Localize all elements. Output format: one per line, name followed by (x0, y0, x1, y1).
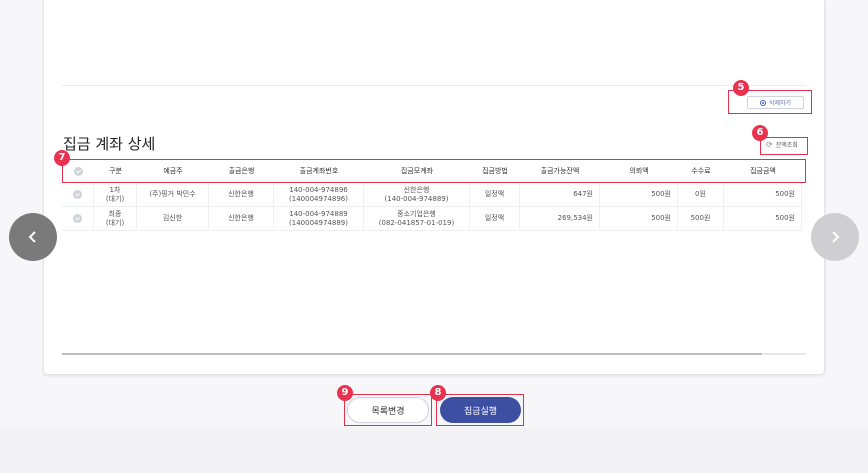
cell-method: 일정액 (470, 207, 520, 230)
type-status: (대기) (105, 194, 125, 203)
refresh-label: 잔액조회 (775, 142, 798, 149)
cell-holder: 김신한 (137, 207, 209, 230)
cell-type: 최종 (대기) (94, 207, 137, 230)
mother-bank: 신한은행 (403, 185, 430, 194)
horizontal-scrollbar-thumb[interactable] (62, 353, 762, 355)
account-number: 140-004-974896 (289, 185, 348, 194)
type-label: 1차 (109, 185, 121, 194)
mother-account-number: (082-041857-01-019) (378, 218, 455, 227)
badge-5: 5 (733, 80, 749, 96)
chevron-right-icon (832, 231, 840, 243)
row-check-icon[interactable] (73, 190, 82, 199)
type-status: (대기) (105, 218, 125, 227)
delete-button-label: 삭제하기 (768, 100, 792, 107)
radio-icon (759, 99, 766, 106)
table-row[interactable]: 최종 (대기) 김신한 신한은행 140-004-974889 (1400049… (62, 207, 802, 231)
badge-8: 8 (430, 385, 446, 401)
account-number-raw: (140004974896) (289, 194, 348, 203)
cell-request: 500원 (600, 183, 678, 206)
cell-mother-account: 신한은행 (140-004-974889) (364, 183, 470, 206)
account-number: 140-004-974889 (289, 209, 348, 218)
divider (62, 85, 806, 86)
highlight-box-7 (62, 159, 806, 183)
cell-bank: 신한은행 (209, 207, 274, 230)
badge-9: 9 (337, 385, 353, 401)
cell-fee: 0원 (678, 183, 724, 206)
prev-button[interactable] (9, 213, 57, 261)
refresh-icon: ⟳ (766, 140, 773, 149)
mother-bank: 중소기업은행 (397, 209, 436, 218)
row-checkbox-cell[interactable] (62, 183, 94, 206)
cell-mother-account: 중소기업은행 (082-041857-01-019) (364, 207, 470, 230)
cell-account: 140-004-974889 (140004974889) (274, 207, 364, 230)
row-check-icon[interactable] (73, 214, 82, 223)
mother-account-number: (140-004-974889) (384, 194, 449, 203)
type-label: 최종 (108, 209, 122, 218)
list-change-button[interactable]: 목록변경 (347, 397, 429, 423)
cell-available: 647원 (520, 183, 600, 206)
page-stage: 5 삭제하기 집금 계좌 상세 6 ⟳ 잔액조회 구분 예금주 출금은행 출금계… (0, 0, 868, 428)
badge-6: 6 (752, 125, 768, 141)
row-checkbox-cell[interactable] (62, 207, 94, 230)
next-button[interactable] (811, 213, 859, 261)
account-number-raw: (140004974889) (289, 218, 348, 227)
execute-collection-button[interactable]: 집금실행 (440, 397, 521, 423)
cell-account: 140-004-974896 (140004974896) (274, 183, 364, 206)
cell-amount: 500원 (724, 183, 802, 206)
cell-bank: 신한은행 (209, 183, 274, 206)
cell-request: 500원 (600, 207, 678, 230)
section-title: 집금 계좌 상세 (63, 135, 156, 153)
cell-available: 269,534원 (520, 207, 600, 230)
badge-7: 7 (54, 150, 70, 166)
cell-amount: 500원 (724, 207, 802, 230)
cell-type: 1차 (대기) (94, 183, 137, 206)
table-row[interactable]: 1차 (대기) (주)핑거 박민수 신한은행 140-004-974896 (1… (62, 183, 802, 207)
chevron-left-icon (28, 231, 36, 243)
delete-button[interactable]: 삭제하기 (747, 96, 804, 109)
cell-method: 일정액 (470, 183, 520, 206)
cell-holder: (주)핑거 박민수 (137, 183, 209, 206)
balance-refresh-button[interactable]: ⟳ 잔액조회 (766, 140, 798, 149)
cell-fee: 500원 (678, 207, 724, 230)
